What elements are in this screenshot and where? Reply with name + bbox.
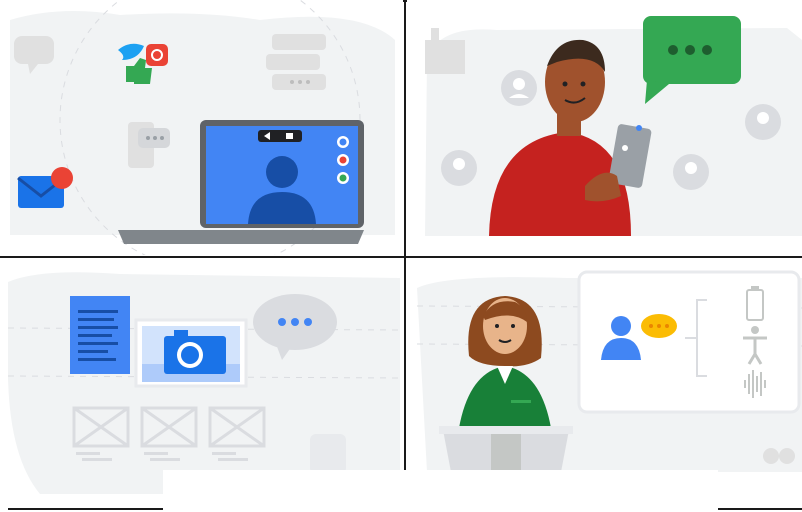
panel-person-tablet xyxy=(407,0,802,255)
presenter-illustration xyxy=(416,270,802,472)
user-avatar-icon xyxy=(745,104,781,140)
chat-bubbles-icon xyxy=(266,34,326,90)
user-avatar-icon xyxy=(673,154,709,190)
camera-icon xyxy=(134,318,248,388)
user-avatar-icon xyxy=(441,150,477,186)
person-tablet-illustration xyxy=(425,16,802,236)
bottom-border-left xyxy=(8,508,163,510)
remote-meeting-illustration xyxy=(10,0,395,255)
panel-presenter xyxy=(407,258,802,472)
panel-remote-meeting xyxy=(0,0,403,255)
user-avatar-icon xyxy=(501,70,537,106)
podium xyxy=(439,426,573,472)
document-icon xyxy=(70,296,130,374)
blank-caption-area xyxy=(163,470,718,512)
instagram-icon xyxy=(146,44,168,66)
bottom-border-right xyxy=(718,508,802,510)
vertical-divider xyxy=(404,0,406,470)
